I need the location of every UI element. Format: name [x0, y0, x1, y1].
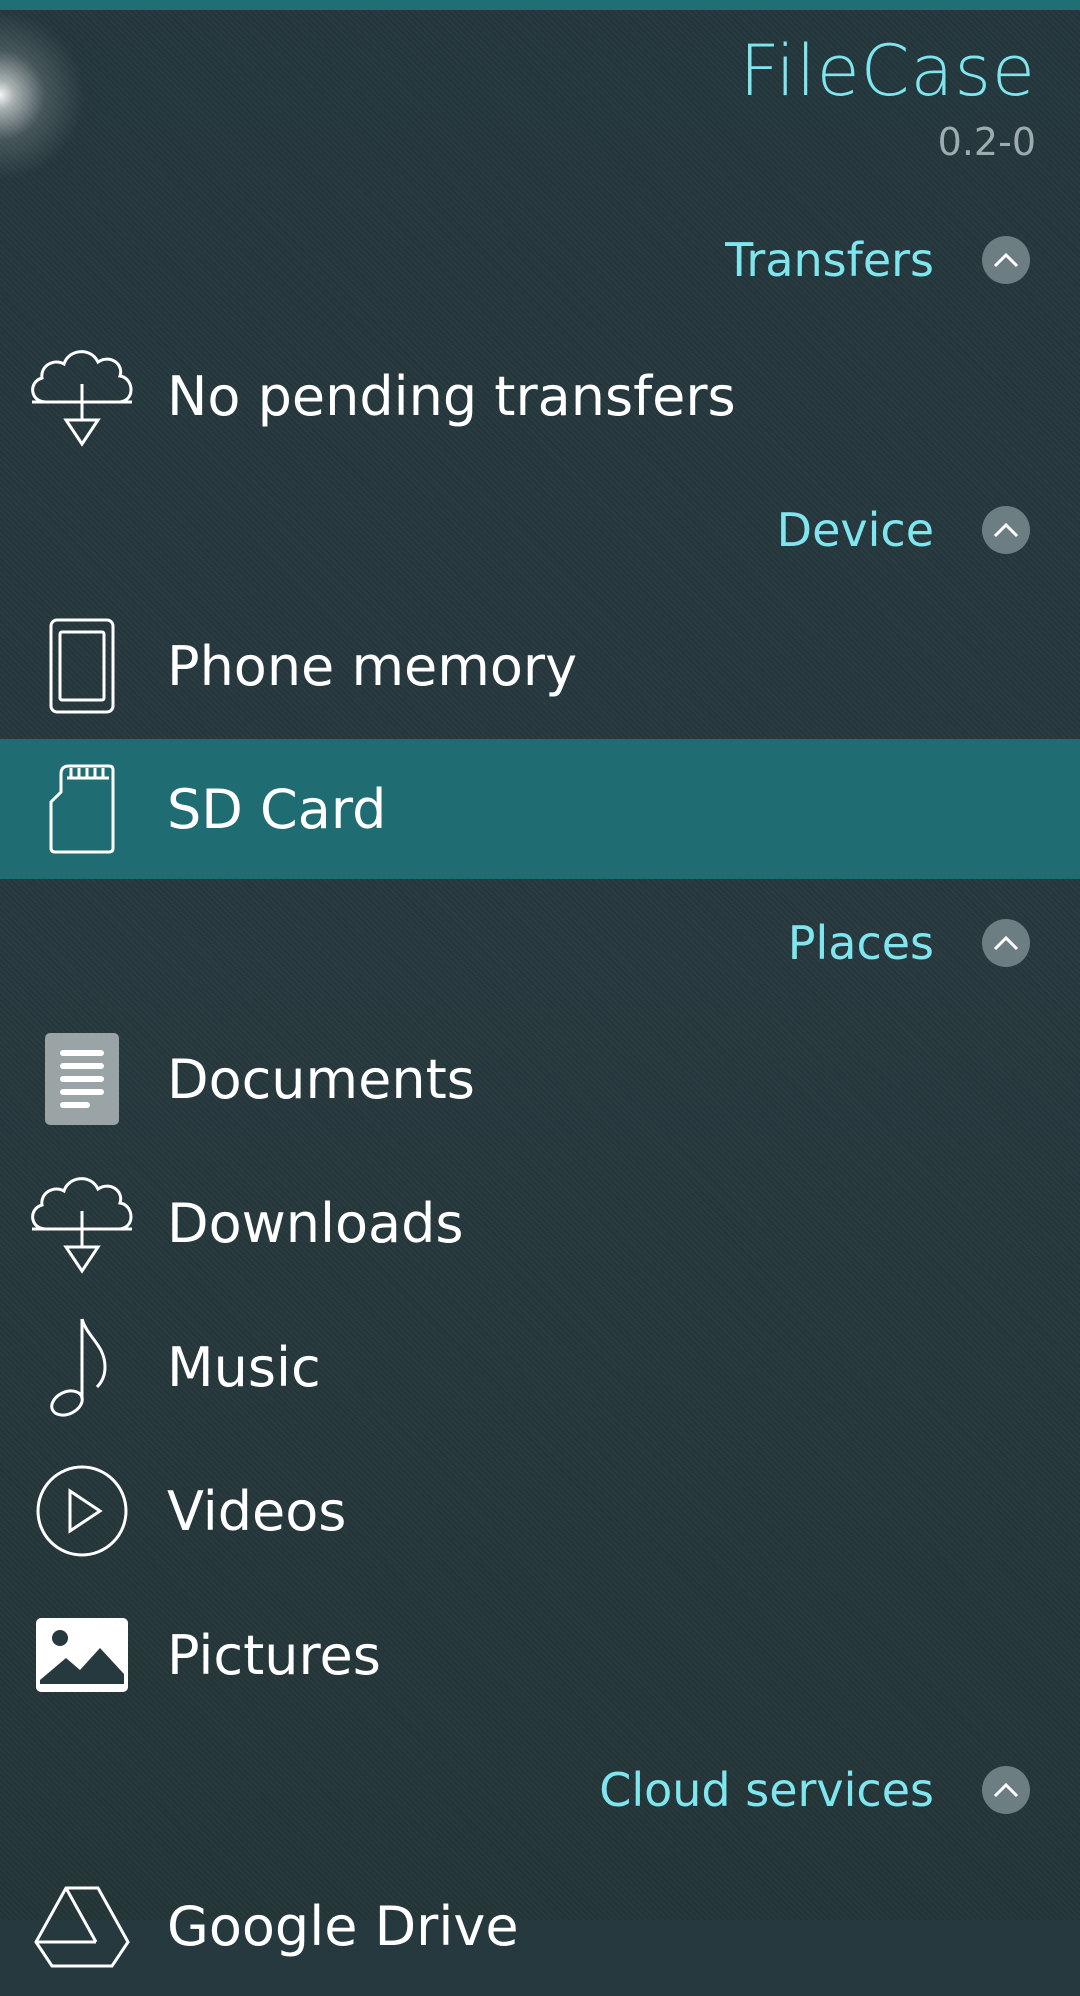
section-header-places[interactable]: Places — [788, 913, 1030, 973]
sidebar-item-documents[interactable]: Documents — [0, 1009, 1080, 1149]
document-icon — [22, 1019, 142, 1139]
sidebar-item-google-drive[interactable]: Google Drive — [0, 1856, 1080, 1996]
list-item-label: Music — [167, 1335, 321, 1399]
chevron-up-icon[interactable] — [982, 919, 1030, 967]
list-item-label: Google Drive — [167, 1894, 519, 1958]
picture-icon — [22, 1595, 142, 1715]
chevron-up-icon[interactable] — [982, 1766, 1030, 1814]
sd-card-icon — [22, 749, 142, 869]
phone-icon — [22, 606, 142, 726]
section-label-cloud-services: Cloud services — [599, 1763, 934, 1817]
section-label-device: Device — [776, 503, 934, 557]
list-item-label: Downloads — [167, 1191, 464, 1255]
list-item-label: No pending transfers — [167, 364, 736, 428]
list-item-label: Videos — [167, 1479, 347, 1543]
top-accent-bar — [0, 0, 1080, 10]
app-version: 0.2-0 — [937, 120, 1036, 164]
list-item-transfers-status: No pending transfers — [0, 326, 1080, 466]
section-header-transfers[interactable]: Transfers — [725, 230, 1030, 290]
section-header-device[interactable]: Device — [777, 500, 1030, 560]
google-drive-icon — [22, 1866, 142, 1986]
chevron-up-icon[interactable] — [982, 506, 1030, 554]
app-title: FileCase — [739, 30, 1036, 112]
list-item-label: Documents — [167, 1047, 475, 1111]
sidebar-item-pictures[interactable]: Pictures — [0, 1585, 1080, 1725]
sidebar-item-downloads[interactable]: Downloads — [0, 1153, 1080, 1293]
cloud-download-icon — [22, 1163, 142, 1283]
sidebar-item-videos[interactable]: Videos — [0, 1441, 1080, 1581]
music-note-icon — [22, 1307, 142, 1427]
play-circle-icon — [22, 1451, 142, 1571]
section-label-transfers: Transfers — [725, 233, 934, 287]
sidebar-item-sd-card[interactable]: SD Card — [0, 739, 1080, 879]
cloud-download-icon — [22, 336, 142, 456]
chevron-up-icon[interactable] — [982, 236, 1030, 284]
sidebar-item-music[interactable]: Music — [0, 1297, 1080, 1437]
list-item-label: Phone memory — [167, 634, 578, 698]
list-item-label: SD Card — [167, 777, 387, 841]
sidebar-item-phone-memory[interactable]: Phone memory — [0, 596, 1080, 736]
section-header-cloud-services[interactable]: Cloud services — [599, 1760, 1030, 1820]
section-label-places: Places — [787, 916, 934, 970]
list-item-label: Pictures — [167, 1623, 381, 1687]
